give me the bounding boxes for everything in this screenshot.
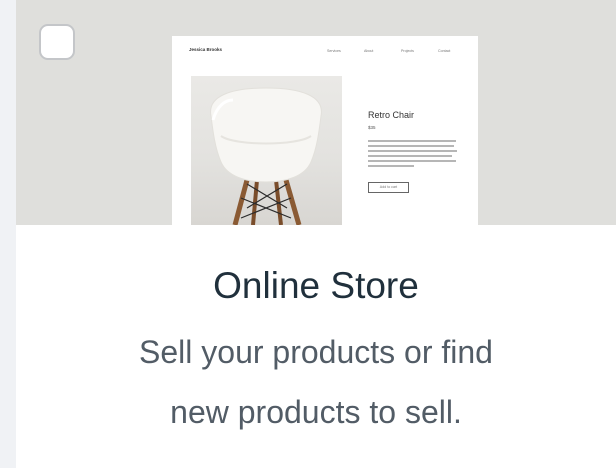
mockup-nav-item: About [364,49,374,53]
card-description: Sell your products or find new products … [16,322,616,442]
mockup-product-description [368,140,458,170]
mockup-nav: Services About Projects Contact [327,49,475,53]
mockup-nav-item: Projects [401,49,414,53]
chair-illustration [210,87,322,225]
mockup-nav-item: Services [327,49,341,53]
chair-product-image [191,76,342,225]
website-mockup: Jessica Brooks Services About Projects C… [172,36,478,225]
mockup-add-to-cart-button: Add to cart [368,182,409,193]
card-description-line: Sell your products or find [139,334,493,370]
select-checkbox[interactable] [39,24,75,60]
template-preview-image: Jessica Brooks Services About Projects C… [16,0,616,225]
card-title: Online Store [213,265,419,306]
mockup-nav-item: Contact [438,49,451,53]
page-background-edge [0,0,16,468]
mockup-product-title: Retro Chair [368,110,415,120]
mockup-brand-name: Jessica Brooks [189,47,223,52]
template-card-online-store[interactable]: Jessica Brooks Services About Projects C… [16,0,616,468]
card-description-line: new products to sell. [170,394,462,430]
mockup-product-price: $35 [368,125,376,130]
